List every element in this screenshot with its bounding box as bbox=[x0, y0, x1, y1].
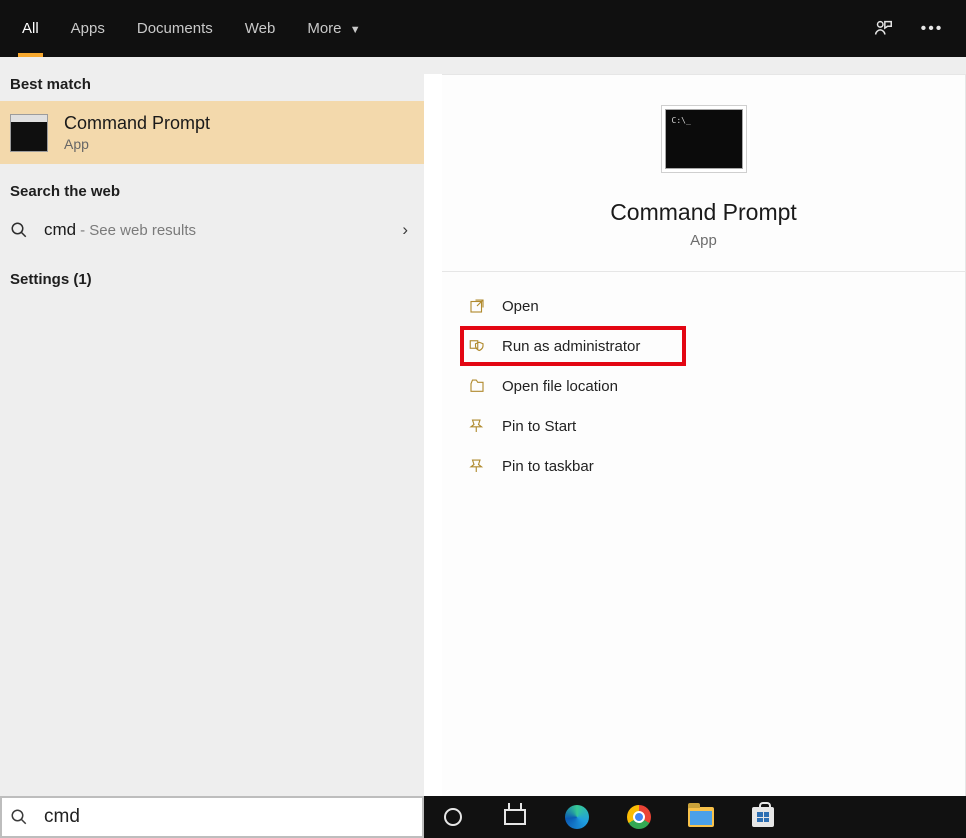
web-result-hint: - See web results bbox=[80, 222, 196, 239]
action-run-admin-label: Run as administrator bbox=[502, 338, 640, 355]
action-pin-to-taskbar[interactable]: Pin to taskbar bbox=[464, 446, 965, 486]
action-open-label: Open bbox=[502, 298, 539, 315]
best-match-result[interactable]: Command Prompt App bbox=[0, 101, 424, 164]
tab-apps[interactable]: Apps bbox=[55, 0, 121, 57]
search-filter-tabbar: All Apps Documents Web More ▼ ••• bbox=[0, 0, 966, 57]
web-result-query: cmd bbox=[44, 220, 76, 240]
search-icon bbox=[10, 221, 34, 239]
taskbar-search-input[interactable] bbox=[44, 806, 414, 828]
feedback-icon[interactable] bbox=[872, 18, 896, 40]
pin-icon bbox=[468, 457, 502, 475]
tab-all[interactable]: All bbox=[6, 0, 55, 57]
detail-subtitle: App bbox=[690, 232, 717, 249]
action-pin-taskbar-label: Pin to taskbar bbox=[502, 458, 594, 475]
chevron-down-icon: ▼ bbox=[350, 24, 361, 36]
taskbar-search-box[interactable] bbox=[0, 796, 424, 838]
action-pin-to-start[interactable]: Pin to Start bbox=[464, 406, 965, 446]
best-match-title: Command Prompt bbox=[64, 113, 210, 134]
action-run-as-administrator[interactable]: Run as administrator bbox=[460, 326, 686, 366]
command-prompt-icon: C:\_ bbox=[665, 109, 743, 169]
detail-pane: C:\_ Command Prompt App Open Run as admi… bbox=[442, 74, 966, 796]
search-icon bbox=[10, 808, 28, 826]
web-result-row[interactable]: cmd - See web results › bbox=[0, 208, 424, 252]
tab-more-label: More bbox=[307, 20, 341, 37]
detail-title: Command Prompt bbox=[610, 199, 797, 226]
action-open-location-label: Open file location bbox=[502, 378, 618, 395]
tab-web[interactable]: Web bbox=[229, 0, 292, 57]
tab-documents[interactable]: Documents bbox=[121, 0, 229, 57]
command-prompt-icon bbox=[10, 114, 48, 152]
action-pin-start-label: Pin to Start bbox=[502, 418, 576, 435]
results-pane: Best match Command Prompt App Search the… bbox=[0, 57, 424, 796]
folder-icon bbox=[468, 377, 502, 395]
pin-icon bbox=[468, 417, 502, 435]
options-icon[interactable]: ••• bbox=[920, 20, 944, 38]
taskbar bbox=[0, 796, 966, 838]
tab-more[interactable]: More ▼ bbox=[291, 0, 376, 57]
shield-icon bbox=[468, 337, 502, 355]
action-open-file-location[interactable]: Open file location bbox=[464, 366, 965, 406]
edge-icon[interactable] bbox=[560, 800, 594, 834]
search-web-header: Search the web bbox=[0, 164, 424, 208]
actions-list: Open Run as administrator Open file loca… bbox=[442, 272, 965, 486]
open-icon bbox=[468, 297, 502, 315]
task-view-icon[interactable] bbox=[498, 800, 532, 834]
chrome-icon[interactable] bbox=[622, 800, 656, 834]
best-match-subtitle: App bbox=[64, 136, 210, 152]
action-open[interactable]: Open bbox=[464, 286, 965, 326]
chevron-right-icon: › bbox=[402, 220, 412, 240]
best-match-header: Best match bbox=[0, 57, 424, 101]
file-explorer-icon[interactable] bbox=[684, 800, 718, 834]
cortana-icon[interactable] bbox=[436, 800, 470, 834]
microsoft-store-icon[interactable] bbox=[746, 800, 780, 834]
settings-header: Settings (1) bbox=[0, 252, 424, 296]
